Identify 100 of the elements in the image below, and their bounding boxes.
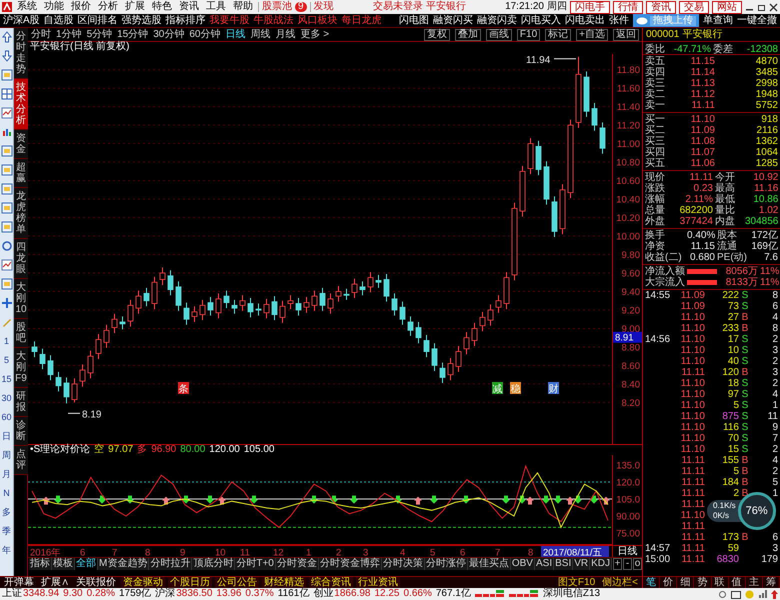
circle-icon[interactable] [0, 240, 12, 252]
top-button[interactable]: 闪电手 [570, 0, 610, 14]
indicator-tab[interactable]: 模板 [52, 558, 75, 570]
indicator-tab[interactable]: 分时拉升 [149, 558, 192, 570]
vertical-tab[interactable]: 大刚10 [14, 279, 28, 319]
toolbar-link[interactable]: 闪电买入 [521, 16, 561, 26]
period-tab[interactable]: 周线 [250, 30, 270, 40]
chart-icon[interactable] [0, 164, 12, 176]
vertical-tab[interactable]: 大刚F9 [14, 348, 28, 388]
bar-chart-icon[interactable] [0, 126, 12, 138]
info-tab[interactable]: 个股日历 [168, 577, 212, 588]
signal-icon[interactable] [758, 590, 767, 598]
vertical-tab[interactable]: 股吧 [14, 319, 28, 348]
indicator-tab[interactable]: 分时T+0 [235, 558, 276, 570]
indicator-tab[interactable]: KDJ [590, 558, 612, 570]
info-tab[interactable]: 资金驱动 [121, 577, 165, 588]
period-tab[interactable]: 5分钟 [86, 30, 112, 40]
period-key[interactable]: 30 [1, 392, 12, 404]
toolbar-link[interactable]: 每日龙虎 [342, 16, 382, 26]
vertical-tab[interactable]: 超赢 [14, 159, 28, 188]
vertical-tab[interactable]: 分时走势 [14, 28, 28, 79]
indicator-tab[interactable]: OBV [510, 558, 535, 570]
panel-toggle[interactable]: 侧边栏< [600, 577, 640, 588]
menu-item[interactable]: 系统 [15, 2, 39, 12]
toolbar-link[interactable]: 张件 [609, 16, 629, 26]
chart-icon[interactable] [0, 183, 12, 195]
chart-icon[interactable] [0, 221, 12, 233]
period-key[interactable]: 15 [1, 373, 12, 385]
chart-icon[interactable] [0, 202, 12, 214]
toolbar-link[interactable]: 闪电卖出 [565, 16, 605, 26]
zoom-button[interactable]: - [623, 558, 632, 570]
menu-item[interactable]: 功能 [42, 2, 66, 12]
toolbar-link[interactable]: 沪深A股 [3, 16, 40, 26]
toolbar-link[interactable]: 风口板块 [298, 16, 338, 26]
vertical-tab[interactable]: 点评 [14, 446, 28, 475]
info-tab[interactable]: 开弹幕 [2, 577, 36, 588]
vertical-tab[interactable]: 四龙眼 [14, 239, 28, 279]
indicator-tab[interactable]: 分时资金博弈 [318, 558, 382, 570]
chart-action-button[interactable]: F10 [516, 28, 540, 40]
info-tab[interactable]: 财经精选 [262, 577, 306, 588]
toolbar-link[interactable]: 一键全撤 [737, 16, 777, 26]
chart-action-button[interactable]: 画线 [486, 28, 512, 40]
period-key[interactable]: 多 [2, 506, 11, 518]
restore-icon[interactable] [757, 2, 766, 12]
zoom-button[interactable]: o [633, 558, 642, 570]
toolbar-link[interactable]: 自选股 [44, 16, 74, 26]
menu-item[interactable]: 帮助 [231, 2, 255, 12]
line-chart-icon[interactable] [0, 259, 12, 271]
indicator-tab[interactable]: 分时决策 [382, 558, 425, 570]
period-tab[interactable]: 30分钟 [153, 30, 184, 40]
period-key[interactable]: 5 [4, 354, 9, 366]
toolbar-link[interactable]: 单查询 [703, 16, 733, 26]
chart-icon[interactable] [0, 69, 12, 81]
toolbar-link[interactable]: 融资闪卖 [477, 16, 517, 26]
menu-item[interactable]: 资讯 [177, 2, 201, 12]
menu-item[interactable]: 分析 [96, 2, 120, 12]
period-key[interactable]: 季 [2, 525, 11, 537]
period-tab[interactable]: 月线 [276, 30, 296, 40]
indicator-tab[interactable]: M资金趋势 [98, 558, 150, 570]
event-marker[interactable]: 条 [178, 382, 189, 395]
period-key[interactable]: 日 [2, 430, 11, 442]
window-icon[interactable] [731, 590, 741, 598]
indicator-tab[interactable]: 最佳买点 [468, 558, 511, 570]
toolbar-link[interactable]: 闪电图 [399, 16, 429, 26]
period-key[interactable]: 月 [2, 468, 11, 480]
panel-toggle[interactable]: 图文F10 [556, 577, 598, 588]
period-key[interactable]: 60 [1, 411, 12, 423]
info-tab[interactable]: 扩展∧ [39, 577, 71, 588]
info-tab[interactable]: 公司公告 [215, 577, 259, 588]
info-tab[interactable]: 关联报价 [74, 577, 118, 588]
menu-item[interactable]: 报价 [69, 2, 93, 12]
top-button[interactable]: 交易 [679, 0, 709, 14]
toolbar-link[interactable]: 强势选股 [122, 16, 162, 26]
period-key[interactable]: 周 [2, 449, 11, 461]
indicator-tab[interactable]: 分时涨停 [424, 558, 468, 570]
close-icon[interactable] [769, 2, 778, 12]
vertical-tab[interactable]: 资金 [14, 130, 28, 159]
menu-item[interactable]: 工具 [204, 2, 228, 12]
chart-action-button[interactable]: 返回 [613, 28, 639, 40]
toolbar-link[interactable]: 指标排序 [166, 16, 206, 26]
menu-item[interactable]: 扩展 [123, 2, 147, 12]
toolbar-link[interactable]: 融资闪买 [433, 16, 473, 26]
line-chart-icon[interactable] [0, 107, 12, 119]
period-tab[interactable]: 15分钟 [117, 30, 148, 40]
grid-icon[interactable] [0, 88, 12, 100]
chart-icon[interactable] [0, 278, 12, 290]
info-tab[interactable]: 综合资讯 [309, 577, 353, 588]
menu-item[interactable]: 特色 [150, 2, 174, 12]
zoom-button[interactable]: + [613, 558, 622, 570]
top-button[interactable]: 资讯 [646, 0, 676, 14]
down-arrow-icon[interactable] [0, 50, 12, 62]
chart-icon[interactable] [0, 145, 12, 157]
period-tab[interactable]: 日线 [226, 30, 246, 40]
chart-action-button[interactable]: 叠加 [454, 28, 481, 40]
vertical-tab[interactable]: 龙虎榜单 [14, 188, 28, 239]
stock-pool-menu[interactable]: 股票池 [262, 2, 292, 12]
indicator-tab[interactable]: 指标 [29, 558, 52, 570]
period-key[interactable]: 年 [2, 544, 11, 556]
discover-menu[interactable]: 发现 [314, 2, 334, 12]
crosshair-icon[interactable] [0, 297, 12, 309]
